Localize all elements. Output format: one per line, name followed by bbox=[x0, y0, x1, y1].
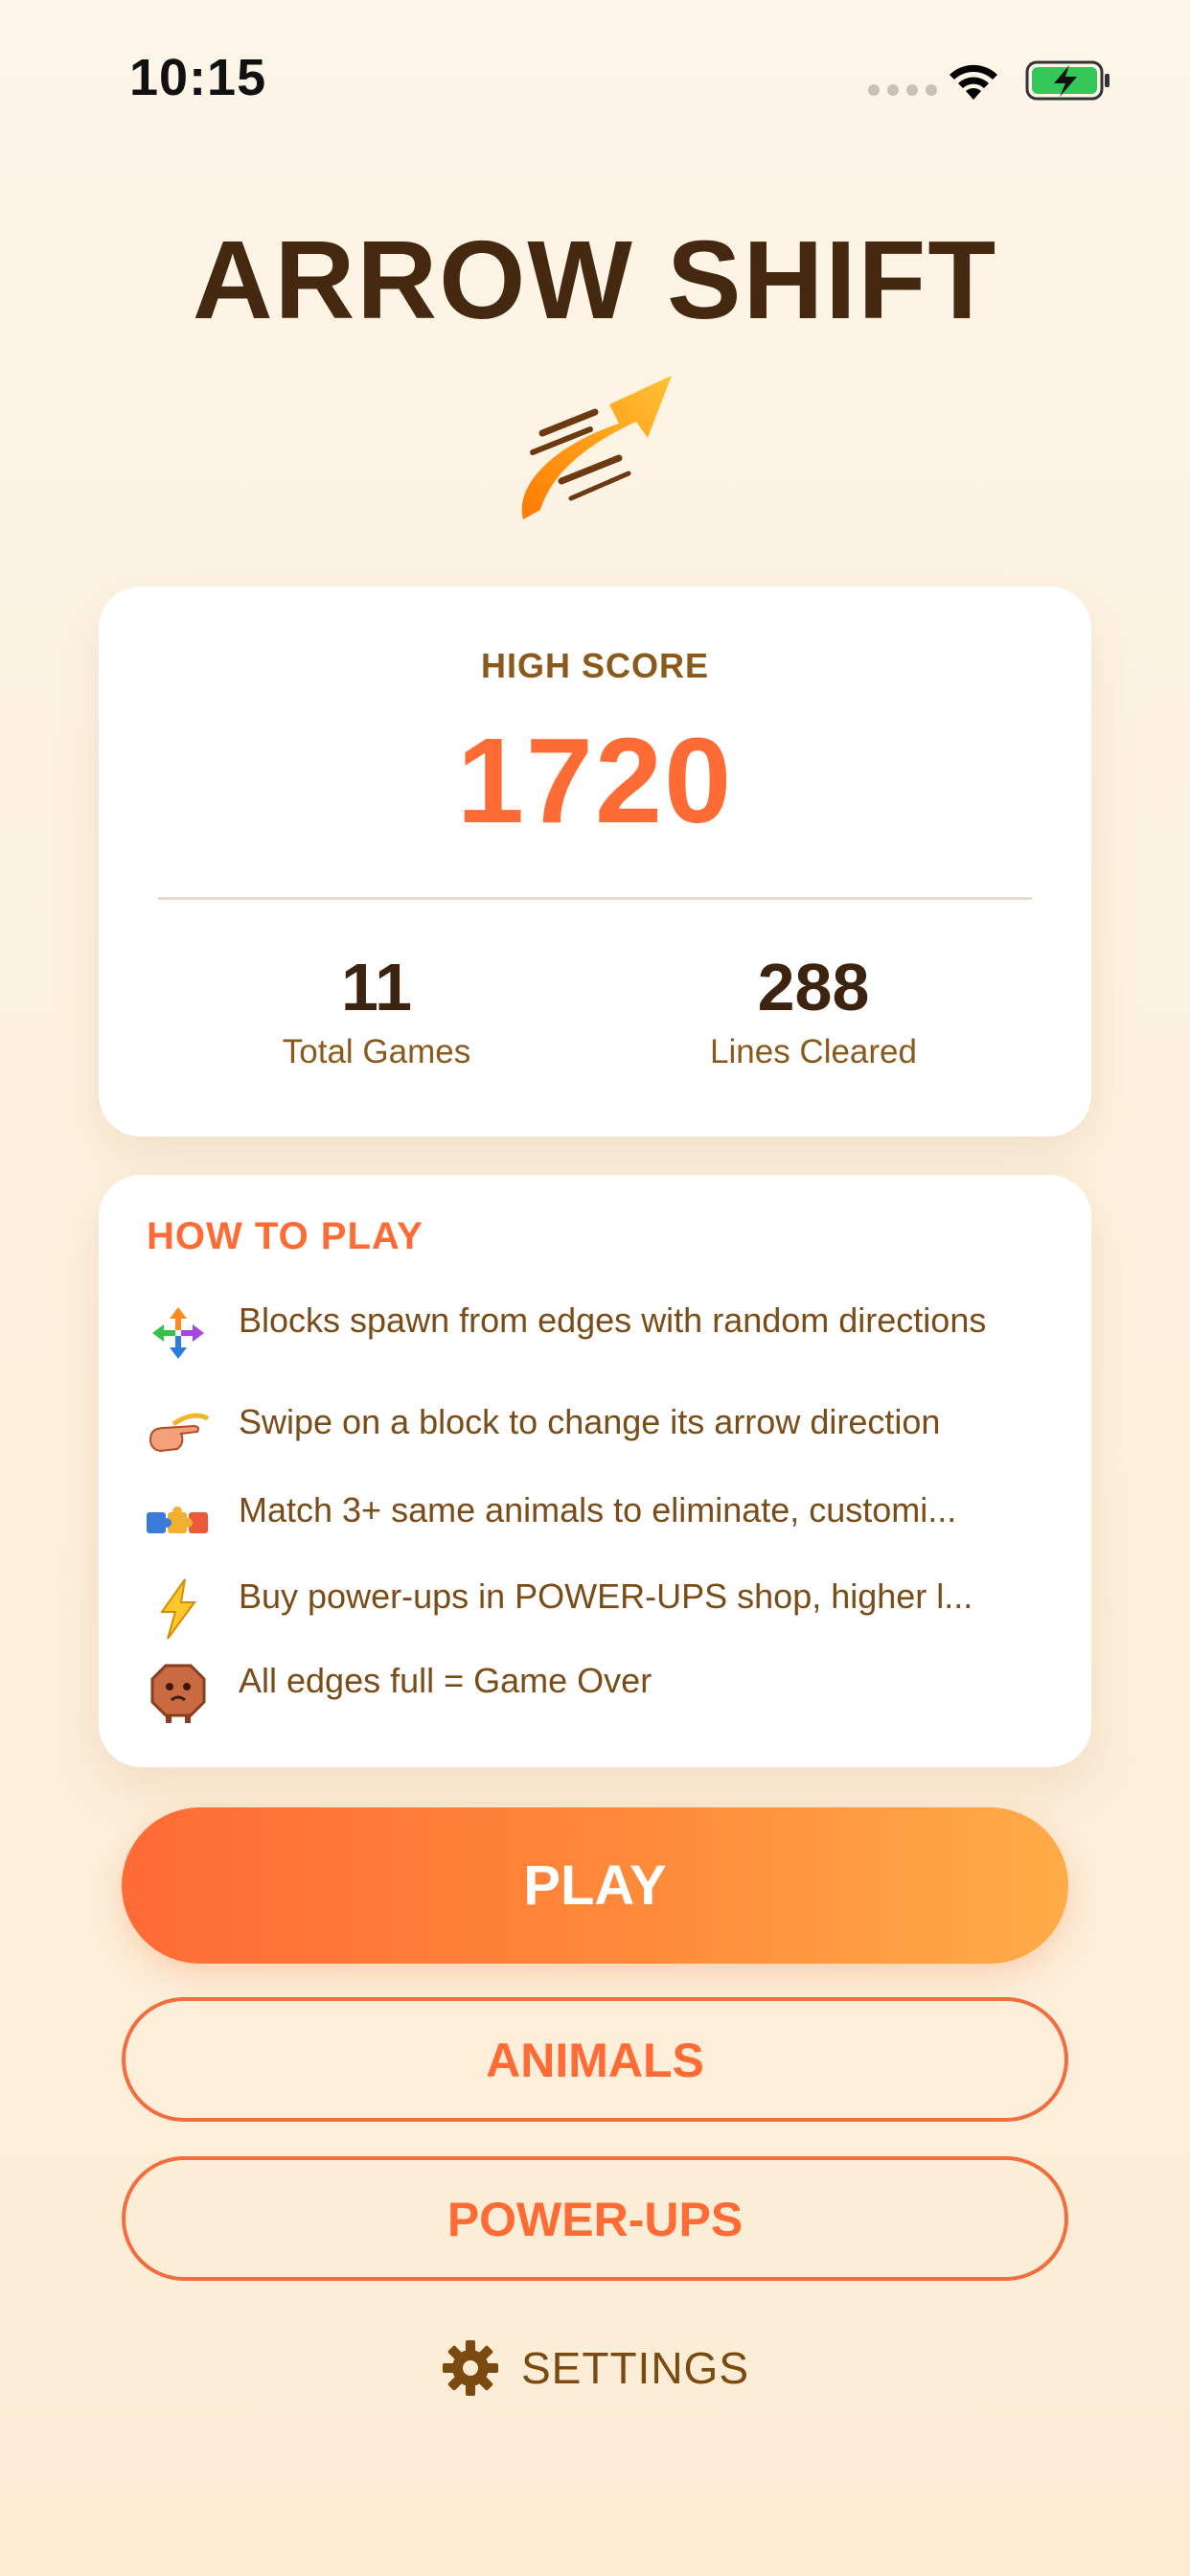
creature-icon bbox=[145, 1660, 212, 1727]
stats-card: HIGH SCORE 1720 11 Total Games 288 Lines… bbox=[99, 586, 1091, 1137]
four-arrows-icon bbox=[145, 1300, 212, 1367]
status-time: 10:15 bbox=[129, 49, 267, 106]
rule-text: Swipe on a block to change its arrow dir… bbox=[239, 1402, 941, 1441]
how-to-play-card: HOW TO PLAY Blocks spawn from edges with… bbox=[99, 1175, 1091, 1767]
lightning-icon bbox=[145, 1576, 212, 1643]
puzzle-icon bbox=[145, 1489, 212, 1556]
power-ups-button[interactable]: POWER-UPS bbox=[122, 2156, 1068, 2281]
animals-button[interactable]: ANIMALS bbox=[122, 1997, 1068, 2122]
rule-text: Match 3+ same animals to eliminate, cust… bbox=[239, 1490, 957, 1530]
divider bbox=[158, 897, 1032, 900]
settings-label: SETTINGS bbox=[521, 2343, 750, 2393]
how-to-play-title: HOW TO PLAY bbox=[147, 1215, 423, 1257]
rule-item: Swipe on a block to change its arrow dir… bbox=[145, 1401, 1053, 1468]
settings-button[interactable]: SETTINGS bbox=[441, 2338, 749, 2398]
lines-cleared-value: 288 bbox=[757, 950, 870, 1024]
total-games-value: 11 bbox=[341, 950, 412, 1024]
swipe-hand-icon bbox=[145, 1401, 212, 1468]
high-score-label: HIGH SCORE bbox=[480, 646, 710, 685]
lines-cleared-label: Lines Cleared bbox=[710, 1033, 917, 1070]
rule-text: Buy power-ups in POWER-UPS shop, higher … bbox=[239, 1576, 973, 1616]
battery-charging-icon bbox=[1025, 60, 1110, 101]
play-button[interactable]: PLAY bbox=[122, 1807, 1068, 1964]
cellular-signal-icon bbox=[868, 84, 937, 96]
high-score-value: 1720 bbox=[456, 713, 734, 848]
lines-cleared-stat: 288 Lines Cleared bbox=[622, 949, 1005, 1071]
total-games-stat: 11 Total Games bbox=[185, 949, 568, 1071]
wifi-icon bbox=[950, 64, 997, 100]
game-title: ARROW SHIFT bbox=[192, 218, 998, 342]
rule-text: Blocks spawn from edges with random dire… bbox=[239, 1300, 987, 1340]
gear-icon bbox=[443, 2340, 498, 2396]
rule-text: All edges full = Game Over bbox=[239, 1661, 652, 1700]
flaming-arrow-logo-icon bbox=[521, 376, 672, 519]
rule-item: Blocks spawn from edges with random dire… bbox=[145, 1300, 1053, 1367]
rule-item: Buy power-ups in POWER-UPS shop, higher … bbox=[145, 1576, 1053, 1643]
total-games-label: Total Games bbox=[282, 1033, 471, 1070]
rule-item: All edges full = Game Over bbox=[145, 1660, 1053, 1727]
status-bar: 10:15 bbox=[0, 0, 1190, 153]
rule-item: Match 3+ same animals to eliminate, cust… bbox=[145, 1489, 1053, 1556]
